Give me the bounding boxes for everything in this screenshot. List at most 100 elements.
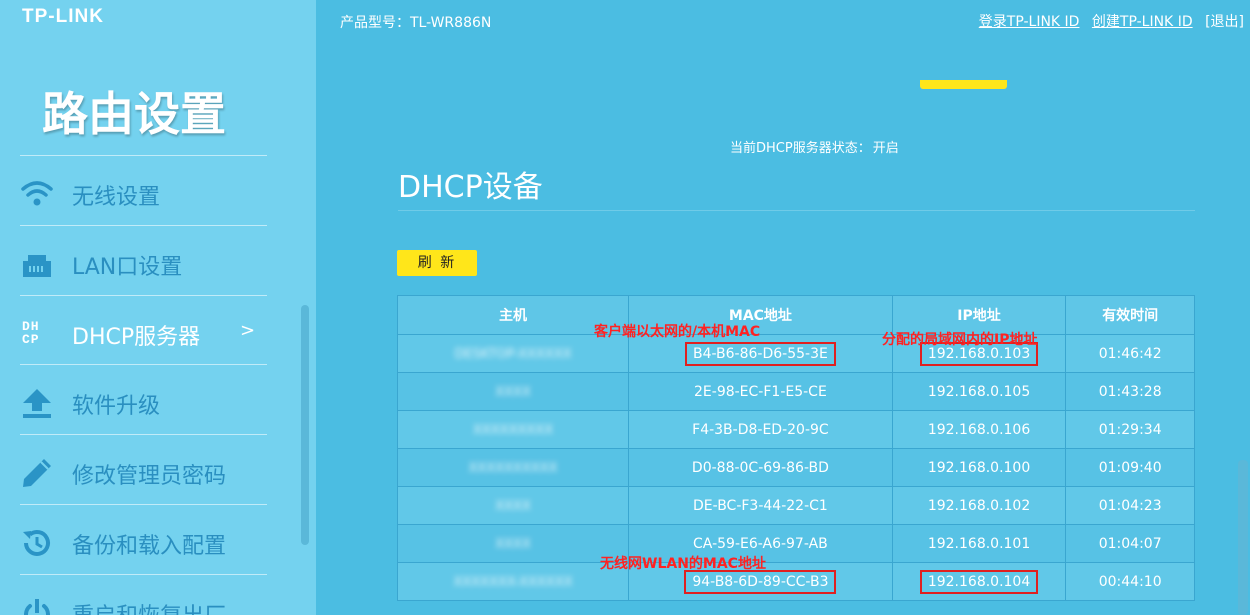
ip-cell-text: 192.168.0.100: [927, 459, 1031, 476]
host-cell: XXXX: [396, 372, 630, 411]
annotation-wired-mac: 客户端以太网的/本机MAC: [594, 324, 761, 340]
ip-cell: 192.168.0.100: [891, 448, 1067, 487]
table-header-row: 主机 MAC地址 IP地址 有效时间: [396, 295, 1195, 335]
ip-cell-text: 192.168.0.101: [927, 535, 1031, 552]
lease-time-cell-text: 01:04:07: [1098, 535, 1162, 552]
table-row: XXXX DE-BC-F3-44-22-C1 192.168.0.102 01:04:…: [396, 486, 1195, 525]
sidebar-item-password[interactable]: 修改管理员密码: [0, 439, 280, 505]
logout-link[interactable]: [退出]: [1205, 14, 1244, 30]
host-cell-text: XXXXXXXXXX: [468, 460, 558, 476]
table-row: DESKTOP-XXXXXX B4-B6-86-D6-55-3E 192.168.0…: [396, 334, 1195, 373]
sidebar-title: 路由设置: [42, 87, 226, 141]
host-cell-text: XXXX: [495, 498, 531, 514]
sidebar-item-upgrade[interactable]: 软件升级: [0, 369, 280, 435]
create-tplink-id-link[interactable]: 创建TP-LINK ID: [1092, 14, 1193, 30]
host-cell-text: DESKTOP-XXXXXX: [454, 346, 572, 362]
host-cell: XXXX: [396, 486, 630, 525]
dhcp-status-label: 当前DHCP服务器状态：: [730, 141, 871, 156]
sidebar-item-wireless[interactable]: 无线设置: [0, 160, 280, 226]
host-cell-text: XXXXXXX-XXXXXX: [453, 574, 573, 590]
lease-time-cell: 01:43:28: [1065, 372, 1195, 411]
host-cell: XXXXXXX-XXXXXX: [396, 562, 630, 601]
table-row: XXXX 2E-98-EC-F1-E5-CE 192.168.0.105 01:43:…: [396, 372, 1195, 411]
sidebar-item-label: 重启和恢复出厂: [72, 598, 226, 615]
account-links: 登录TP-LINK ID 创建TP-LINK ID [退出]: [971, 11, 1244, 31]
sidebar-divider: [20, 504, 267, 505]
sidebar-item-lan[interactable]: LAN口设置: [0, 230, 280, 296]
lease-time-cell-text: 01:46:42: [1098, 345, 1162, 362]
host-cell: XXXXXXXXX: [396, 410, 630, 449]
mac-cell-text: CA-59-E6-A6-97-AB: [693, 535, 828, 552]
mac-cell-text: B4-B6-86-D6-55-3E: [684, 341, 836, 366]
sidebar-item-label: 修改管理员密码: [72, 464, 227, 489]
sidebar-divider: [20, 295, 267, 296]
sidebar-divider: [20, 574, 267, 575]
mac-cell-text: 94-B8-6D-89-CC-B3: [684, 569, 837, 594]
mac-cell-text: F4-3B-D8-ED-20-9C: [692, 421, 829, 438]
lease-time-cell: 01:46:42: [1065, 334, 1195, 373]
lease-time-cell-text: 01:09:40: [1098, 459, 1162, 476]
table-row: XXXXXXX-XXXXXX 94-B8-6D-89-CC-B3 192.168.0…: [396, 562, 1195, 601]
mac-cell: F4-3B-D8-ED-20-9C: [628, 410, 893, 449]
column-header-lease-time: 有效时间: [1065, 295, 1195, 335]
lease-time-cell-text: 01:43:28: [1098, 383, 1162, 400]
dhcp-status: 当前DHCP服务器状态： 开启: [728, 137, 899, 156]
product-model: 产品型号：TL-WR886N: [340, 15, 492, 31]
table-row: XXXXXXXXXX D0-88-0C-69-86-BD 192.168.0.100…: [396, 448, 1195, 487]
login-tplink-id-link[interactable]: 登录TP-LINK ID: [979, 14, 1080, 30]
host-cell: XXXXXXXXXX: [396, 448, 630, 487]
ip-cell: 192.168.0.105: [891, 372, 1067, 411]
sidebar-item-label: DHCP服务器: [72, 325, 201, 350]
power-icon: [20, 596, 54, 615]
ip-cell: 192.168.0.106: [891, 410, 1067, 449]
ip-cell-text: 192.168.0.104: [919, 569, 1039, 594]
mac-cell: 2E-98-EC-F1-E5-CE: [628, 372, 893, 411]
upload-icon: [20, 386, 54, 420]
mac-cell-text: DE-BC-F3-44-22-C1: [693, 497, 828, 514]
sidebar-item-label: 软件升级: [72, 394, 161, 419]
sidebar-item-reboot[interactable]: 重启和恢复出厂: [0, 579, 280, 615]
ip-cell-text: 192.168.0.102: [927, 497, 1031, 514]
table-row: XXXXXXXXX F4-3B-D8-ED-20-9C 192.168.0.106 0…: [396, 410, 1195, 449]
lease-time-cell: 01:09:40: [1065, 448, 1195, 487]
sidebar: TP-LINK 路由设置 无线设置 LAN口设置 DH CP DHCP服务器 > …: [0, 0, 316, 615]
refresh-button[interactable]: 刷 新: [397, 250, 477, 276]
dhcp-status-value: 开启: [872, 141, 899, 156]
host-cell-text: XXXXXXXXX: [472, 422, 554, 438]
save-button-partial[interactable]: [920, 80, 1007, 89]
sidebar-divider: [20, 434, 267, 435]
ip-cell: 192.168.0.102: [891, 486, 1067, 525]
sidebar-item-label: LAN口设置: [72, 255, 183, 280]
sidebar-item-backup[interactable]: 备份和载入配置: [0, 509, 280, 575]
ip-cell: 192.168.0.104: [891, 562, 1067, 601]
pencil-icon: [20, 456, 54, 490]
sidebar-item-label: 备份和载入配置: [72, 534, 227, 559]
ip-cell-text: 192.168.0.106: [927, 421, 1031, 438]
lease-time-cell-text: 00:44:10: [1098, 573, 1162, 590]
annotation-assigned-ip: 分配的局域网内的IP地址: [882, 332, 1038, 348]
history-icon: [20, 526, 54, 560]
mac-cell: D0-88-0C-69-86-BD: [628, 448, 893, 487]
lease-time-cell: 01:04:07: [1065, 524, 1195, 563]
dhcp-device-table: 主机 MAC地址 IP地址 有效时间 DESKTOP-XXXXXX B4-B6-8…: [396, 295, 1195, 601]
sidebar-item-dhcp[interactable]: DH CP DHCP服务器 >: [0, 300, 280, 366]
lease-time-cell: 01:29:34: [1065, 410, 1195, 449]
section-title: DHCP设备: [398, 170, 543, 205]
sidebar-item-label: 无线设置: [72, 185, 161, 210]
sidebar-divider: [20, 225, 267, 226]
sidebar-scrollbar[interactable]: [301, 305, 309, 545]
chevron-right-icon: >: [240, 320, 256, 341]
lease-time-cell-text: 01:29:34: [1098, 421, 1162, 438]
sidebar-divider: [20, 155, 267, 156]
lease-time-cell-text: 01:04:23: [1098, 497, 1162, 514]
section-divider: [398, 210, 1195, 211]
table-row: XXXX CA-59-E6-A6-97-AB 192.168.0.101 01:04:…: [396, 524, 1195, 563]
ip-cell-text: 192.168.0.105: [927, 383, 1031, 400]
host-cell-text: XXXX: [495, 384, 531, 400]
lease-time-cell: 01:04:23: [1065, 486, 1195, 525]
mac-cell: DE-BC-F3-44-22-C1: [628, 486, 893, 525]
wifi-icon: [20, 177, 54, 211]
annotation-wireless-mac: 无线网WLAN的MAC地址: [600, 556, 766, 572]
tp-link-logo: TP-LINK: [22, 6, 104, 27]
main-scrollbar[interactable]: [1238, 460, 1248, 615]
